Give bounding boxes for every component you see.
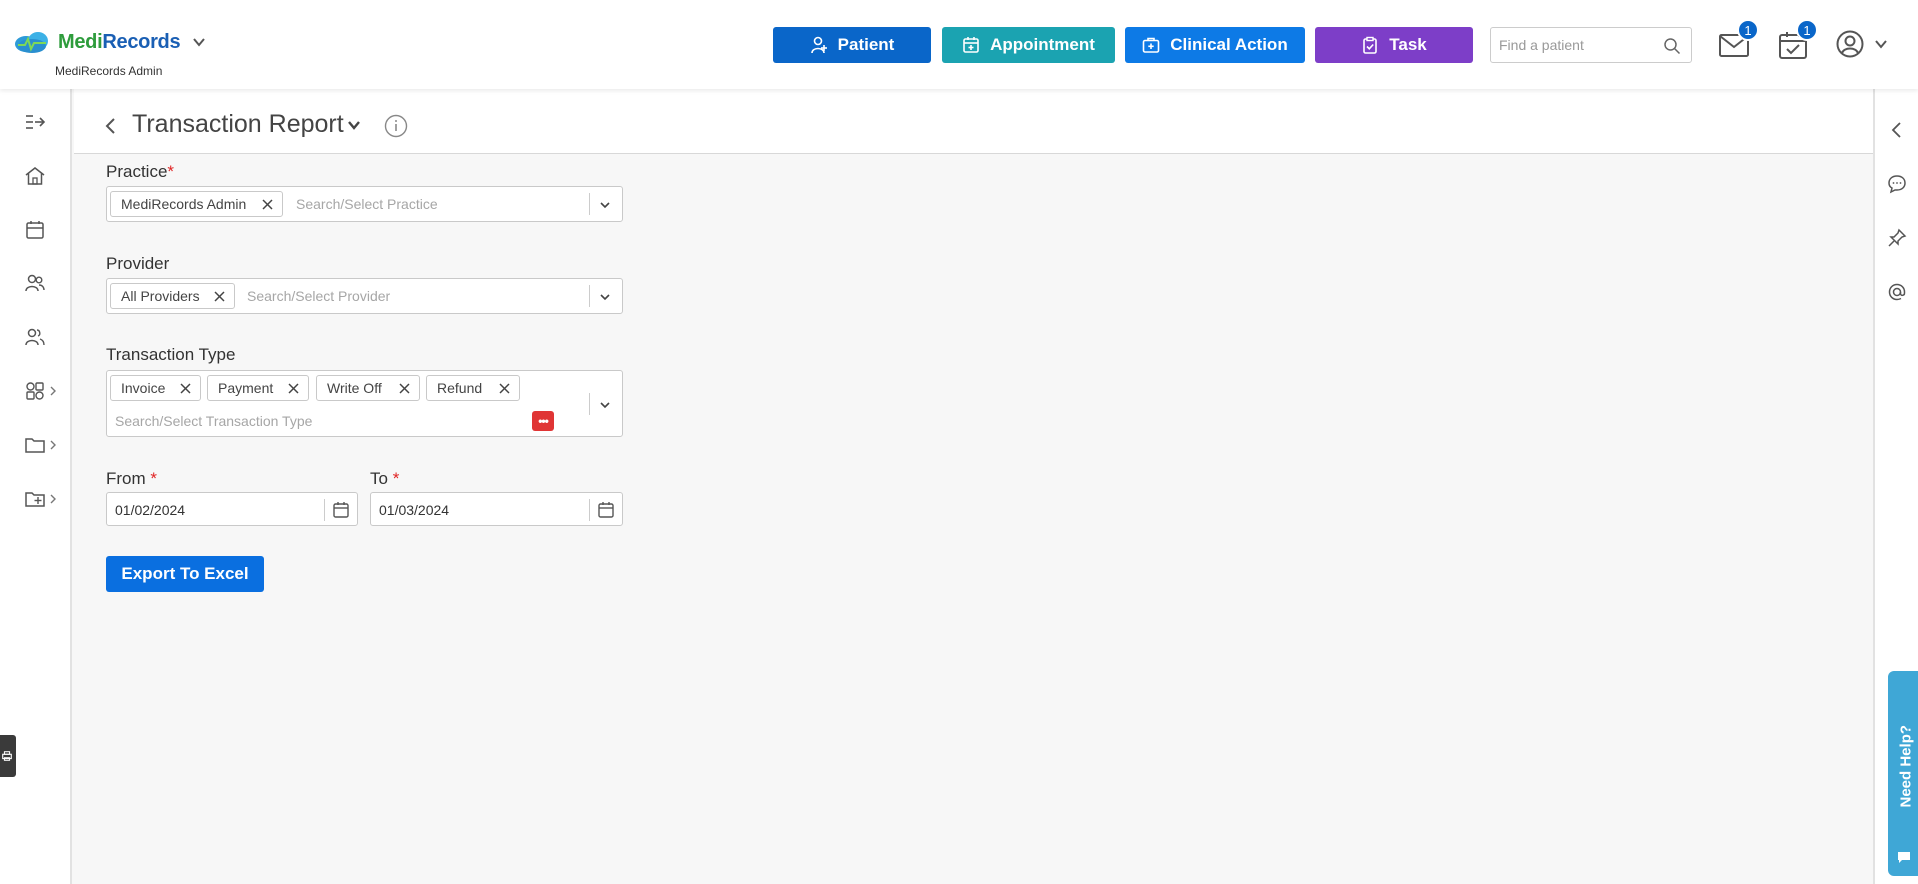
transaction-type-label: Transaction Type <box>106 345 236 364</box>
practice-placeholder[interactable]: Search/Select Practice <box>296 196 438 212</box>
folder-icon[interactable] <box>24 434 46 456</box>
provider-placeholder[interactable]: Search/Select Provider <box>247 288 390 304</box>
provider-chip: All Providers <box>110 283 235 309</box>
calendar-add-icon <box>963 37 979 53</box>
chevron-down-icon[interactable] <box>599 201 611 209</box>
add-person-icon <box>810 36 827 54</box>
calendar-icon[interactable] <box>24 219 46 241</box>
users-icon[interactable] <box>24 326 46 348</box>
brand[interactable]: MediRecords <box>12 30 206 54</box>
chevron-down-icon <box>1875 40 1887 49</box>
chevron-right-icon <box>50 494 56 504</box>
more-options-badge[interactable]: ••• <box>532 411 554 431</box>
chevron-right-icon <box>50 440 56 450</box>
clipboard-check-icon <box>1363 36 1378 54</box>
info-icon[interactable] <box>384 114 408 138</box>
page-title: Transaction Report <box>132 110 344 138</box>
mention-icon[interactable] <box>1887 282 1907 302</box>
close-icon[interactable] <box>498 382 511 395</box>
task-button-label: Task <box>1389 35 1427 54</box>
close-icon[interactable] <box>398 382 411 395</box>
task-button[interactable]: Task <box>1315 27 1473 63</box>
transaction-chip-refund: Refund <box>426 375 520 401</box>
chevron-down-icon[interactable] <box>347 119 361 131</box>
provider-label: Provider <box>106 254 170 273</box>
divider <box>589 499 590 521</box>
tasks-calendar-button[interactable]: 1 <box>1776 19 1818 60</box>
chat-icon[interactable] <box>1887 174 1907 194</box>
from-date-value[interactable]: 01/02/2024 <box>115 502 185 518</box>
close-icon[interactable] <box>287 382 300 395</box>
transaction-chip-payment: Payment <box>207 375 309 401</box>
brand-name: MediRecords <box>58 30 181 53</box>
calendar-badge: 1 <box>1796 19 1818 41</box>
transaction-chip-label: Write Off <box>327 380 382 396</box>
practice-label: Practice* <box>106 162 175 181</box>
help-chat-icon <box>1898 852 1910 863</box>
transaction-chip-label: Invoice <box>121 380 166 396</box>
divider <box>324 499 325 521</box>
patient-search[interactable] <box>1490 27 1692 63</box>
appointment-button-label: Appointment <box>990 35 1095 54</box>
transaction-chip-invoice: Invoice <box>110 375 201 401</box>
divider <box>589 193 590 215</box>
export-to-excel-button[interactable]: Export To Excel <box>106 556 264 592</box>
transaction-chip-label: Refund <box>437 380 483 396</box>
close-icon[interactable] <box>179 382 192 395</box>
practice-select[interactable]: MediRecords Admin Search/Select Practice <box>106 186 623 222</box>
search-icon[interactable] <box>1663 37 1681 55</box>
chevron-right-icon <box>50 386 56 396</box>
practice-name: MediRecords Admin <box>55 64 163 78</box>
need-help-tab[interactable]: Need Help? <box>1888 671 1918 876</box>
appointment-button[interactable]: Appointment <box>942 27 1115 63</box>
transaction-chip-label: Payment <box>218 380 274 396</box>
modules-icon[interactable] <box>24 380 46 402</box>
messages-button[interactable]: 1 <box>1717 19 1759 60</box>
medirecords-logo-icon <box>15 32 48 53</box>
printer-icon <box>2 751 12 761</box>
need-help-label: Need Help? <box>1897 724 1915 808</box>
from-date-field[interactable]: 01/02/2024 <box>106 492 358 526</box>
calendar-icon[interactable] <box>332 501 350 519</box>
from-label: From * <box>106 469 158 488</box>
medical-kit-icon <box>1142 37 1160 53</box>
chevron-down-icon[interactable] <box>192 35 206 49</box>
patient-button[interactable]: Patient <box>773 27 931 63</box>
home-icon[interactable] <box>24 165 46 187</box>
divider <box>589 285 590 307</box>
messages-badge: 1 <box>1737 19 1759 41</box>
patient-button-label: Patient <box>837 35 895 54</box>
pin-icon[interactable] <box>1887 228 1907 248</box>
to-date-field[interactable]: 01/03/2024 <box>370 492 623 526</box>
patient-search-input[interactable] <box>1499 37 1659 53</box>
chevron-down-icon[interactable] <box>599 293 611 301</box>
close-icon[interactable] <box>261 198 274 211</box>
collapse-left-icon[interactable] <box>1887 120 1907 140</box>
back-arrow-icon[interactable] <box>104 117 116 135</box>
clinical-action-button-label: Clinical Action <box>1170 35 1288 54</box>
transaction-type-placeholder[interactable]: Search/Select Transaction Type <box>115 413 312 429</box>
chevron-down-icon[interactable] <box>599 401 611 409</box>
to-date-value[interactable]: 01/03/2024 <box>379 502 449 518</box>
to-label: To * <box>370 469 400 488</box>
practice-chip-label: MediRecords Admin <box>121 196 247 212</box>
calendar-icon[interactable] <box>597 501 615 519</box>
expand-menu-icon[interactable] <box>24 111 46 133</box>
divider <box>589 393 590 415</box>
provider-chip-label: All Providers <box>121 288 200 304</box>
user-avatar-icon <box>1836 30 1864 58</box>
practice-chip: MediRecords Admin <box>110 191 283 217</box>
page-header: Transaction Report <box>74 89 1873 154</box>
clinical-action-button[interactable]: Clinical Action <box>1125 27 1305 63</box>
top-header: MediRecords MediRecords Admin Patient Ap… <box>0 0 1918 89</box>
provider-select[interactable]: All Providers Search/Select Provider <box>106 278 623 314</box>
patients-group-icon[interactable] <box>24 272 46 294</box>
close-icon[interactable] <box>213 290 226 303</box>
print-tab[interactable] <box>0 735 16 777</box>
transaction-chip-write-off: Write Off <box>316 375 420 401</box>
user-menu[interactable] <box>1836 30 1888 58</box>
folder-add-icon[interactable] <box>24 488 46 510</box>
